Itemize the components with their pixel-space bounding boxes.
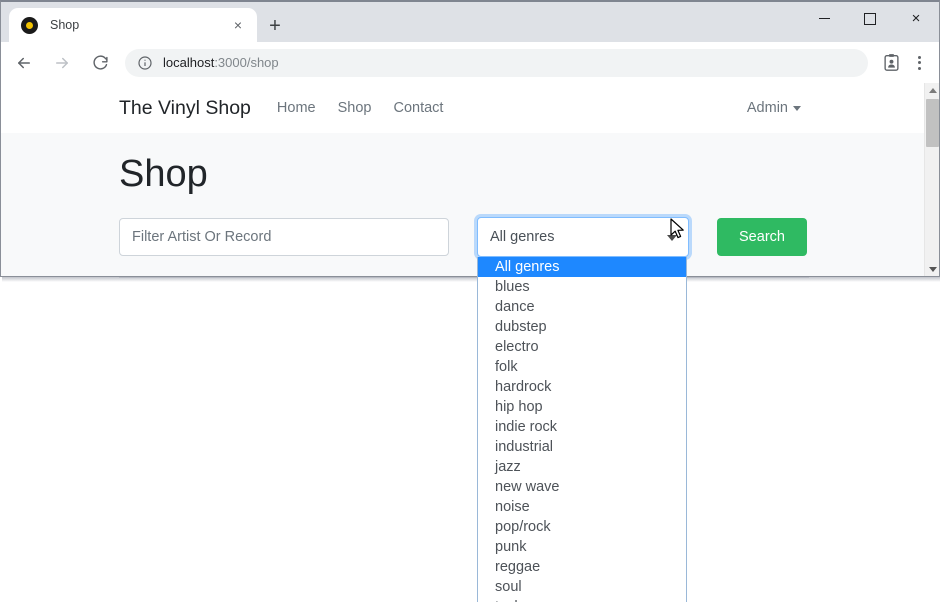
- reload-icon[interactable]: [83, 46, 117, 80]
- address-bar[interactable]: localhost:3000/shop: [125, 48, 868, 77]
- genre-option-dubstep[interactable]: dubstep: [478, 317, 686, 337]
- page-body: Shop All genres All genresbluesdancedubs…: [1, 133, 926, 602]
- scroll-down-arrow-icon[interactable]: [925, 262, 940, 276]
- minimize-button[interactable]: [801, 2, 847, 35]
- close-window-button[interactable]: ×: [893, 2, 939, 35]
- genre-select-value: All genres: [490, 229, 555, 245]
- search-form: All genres All genresbluesdancedubstepel…: [119, 217, 926, 602]
- web-page: The Vinyl Shop Home Shop Contact Admin S…: [1, 83, 926, 602]
- caret-down-icon: [793, 105, 801, 111]
- genre-dropdown-list[interactable]: All genres blues dance dubstep electro folk ha…: [477, 257, 687, 602]
- genre-select[interactable]: All genres: [477, 217, 689, 257]
- maximize-button[interactable]: [847, 2, 893, 35]
- scroll-up-arrow-icon[interactable]: [925, 83, 940, 97]
- genre-option-indie-rock[interactable]: indie rock: [478, 417, 686, 437]
- forward-arrow-icon[interactable]: [45, 46, 79, 80]
- page-viewport: The Vinyl Shop Home Shop Contact Admin S…: [1, 83, 939, 602]
- browser-tab-shop[interactable]: Shop ×: [9, 8, 257, 42]
- tab-title: Shop: [50, 18, 80, 32]
- nav-link-shop[interactable]: Shop: [338, 100, 372, 116]
- scrollbar-thumb[interactable]: [926, 99, 939, 147]
- three-dot-menu-icon[interactable]: [906, 48, 932, 78]
- browser-window: Shop × + × localhost:3000/shop The Vinyl…: [0, 0, 940, 602]
- browser-toolbar: localhost:3000/shop: [1, 42, 939, 83]
- menu-dots: [917, 55, 921, 70]
- nav-link-contact[interactable]: Contact: [393, 100, 443, 116]
- new-tab-button[interactable]: +: [261, 12, 289, 40]
- site-info-icon[interactable]: [137, 55, 153, 71]
- site-navbar: The Vinyl Shop Home Shop Contact Admin: [1, 83, 926, 133]
- genre-option-soul[interactable]: soul: [478, 577, 686, 597]
- window-controls: ×: [801, 2, 939, 42]
- desktop-background: Shop × + × localhost:3000/shop The Vinyl…: [0, 0, 940, 602]
- genre-option-techno[interactable]: techno: [478, 597, 686, 602]
- close-icon[interactable]: ×: [227, 14, 249, 36]
- genre-option-industrial[interactable]: industrial: [478, 437, 686, 457]
- genre-option-hardrock[interactable]: hardrock: [478, 377, 686, 397]
- nav-link-home[interactable]: Home: [277, 100, 316, 116]
- tab-strip: Shop × + ×: [1, 2, 939, 42]
- genre-select-wrapper: All genres All genres blues dance dubstep el…: [477, 217, 689, 602]
- window-shadow: [2, 277, 940, 282]
- admin-label: Admin: [746, 100, 788, 116]
- profile-card-icon[interactable]: [876, 48, 906, 78]
- filter-input[interactable]: [119, 218, 449, 256]
- genre-option-new-wave[interactable]: new wave: [478, 477, 686, 497]
- url-path: :3000/shop: [214, 55, 279, 70]
- genre-option-blues[interactable]: blues: [478, 277, 686, 297]
- page-scrollbar[interactable]: [924, 83, 939, 276]
- back-arrow-icon[interactable]: [7, 46, 41, 80]
- admin-dropdown[interactable]: Admin: [747, 100, 801, 116]
- url-text: localhost:3000/shop: [163, 55, 279, 70]
- genre-option-reggae[interactable]: reggae: [478, 557, 686, 577]
- genre-option-noise[interactable]: noise: [478, 497, 686, 517]
- vinyl-record-icon: [21, 16, 38, 34]
- genre-option-hip-hop[interactable]: hip hop: [478, 397, 686, 417]
- url-host: localhost: [163, 55, 215, 70]
- nav-links: Home Shop Contact: [277, 100, 444, 116]
- genre-option-punk[interactable]: punk: [478, 537, 686, 557]
- site-brand[interactable]: The Vinyl Shop: [119, 97, 251, 120]
- genre-option-folk[interactable]: folk: [478, 357, 686, 377]
- genre-option-all-genres[interactable]: All genres: [478, 257, 686, 277]
- page-title: Shop: [119, 153, 208, 195]
- genre-option-pop-rock[interactable]: pop/rock: [478, 517, 686, 537]
- caret-down-icon: [667, 235, 677, 241]
- genre-option-electro[interactable]: electro: [478, 337, 686, 357]
- genre-option-jazz[interactable]: jazz: [478, 457, 686, 477]
- genre-option-dance[interactable]: dance: [478, 297, 686, 317]
- search-button[interactable]: Search: [717, 218, 807, 256]
